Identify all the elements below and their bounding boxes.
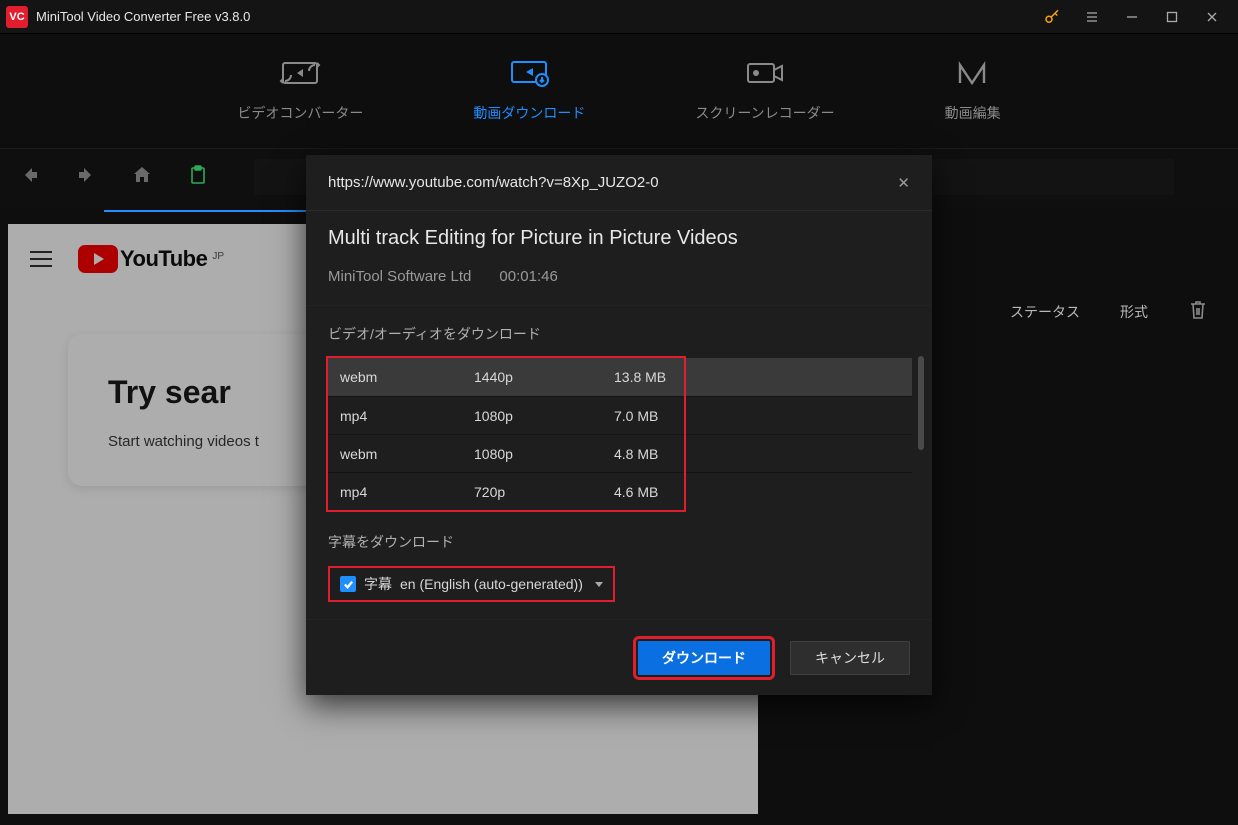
tab-label: スクリーンレコーダー bbox=[695, 103, 834, 123]
nav-forward-icon[interactable] bbox=[76, 165, 96, 190]
col-format: 形式 bbox=[1120, 302, 1148, 322]
video-duration: 00:01:46 bbox=[499, 268, 557, 285]
format-row[interactable]: webm 1440p 13.8 MB bbox=[328, 358, 912, 396]
tab-video-converter[interactable]: ビデオコンバーター bbox=[237, 59, 363, 123]
format-row[interactable]: webm 1080p 4.8 MB bbox=[328, 434, 912, 472]
scrollbar-thumb[interactable] bbox=[918, 356, 924, 450]
subtitle-value: en (English (auto-generated)) bbox=[400, 576, 583, 592]
dialog-url-row: https://www.youtube.com/watch?v=8Xp_JUZO… bbox=[306, 155, 932, 211]
subtitle-checkbox[interactable] bbox=[340, 576, 356, 592]
downloads-column-headers: ステータス 形式 bbox=[1010, 299, 1208, 324]
subtitle-label: 字幕 bbox=[364, 574, 392, 594]
nav-back-icon[interactable] bbox=[20, 165, 40, 190]
subtitle-selector[interactable]: 字幕 en (English (auto-generated)) bbox=[328, 566, 615, 602]
format-table: webm 1440p 13.8 MB mp4 1080p 7.0 MB webm… bbox=[328, 358, 912, 510]
format-row[interactable]: mp4 1080p 7.0 MB bbox=[328, 396, 912, 434]
app-title: MiniTool Video Converter Free v3.8.0 bbox=[36, 9, 250, 24]
tab-label: ビデオコンバーター bbox=[237, 103, 363, 123]
dialog-header: Multi track Editing for Picture in Pictu… bbox=[306, 211, 932, 306]
dialog-url: https://www.youtube.com/watch?v=8Xp_JUZO… bbox=[328, 174, 897, 191]
close-window-button[interactable] bbox=[1192, 0, 1232, 34]
col-status: ステータス bbox=[1010, 302, 1080, 322]
nav-paste-icon[interactable] bbox=[188, 165, 208, 190]
section-download-label: ビデオ/オーディオをダウンロード bbox=[328, 324, 922, 344]
tab-video-download[interactable]: 動画ダウンロード bbox=[473, 59, 585, 123]
tab-screen-recorder[interactable]: スクリーンレコーダー bbox=[695, 59, 834, 123]
maximize-button[interactable] bbox=[1152, 0, 1192, 34]
dialog-footer: ダウンロード キャンセル bbox=[306, 619, 932, 695]
video-author: MiniTool Software Ltd bbox=[328, 268, 471, 285]
chevron-down-icon bbox=[595, 582, 603, 587]
license-key-icon[interactable] bbox=[1032, 0, 1072, 34]
cancel-button[interactable]: キャンセル bbox=[790, 641, 910, 675]
main-tabs: ビデオコンバーター 動画ダウンロード スクリーンレコーダー 動画編集 bbox=[0, 34, 1238, 149]
tab-label: 動画編集 bbox=[945, 103, 1001, 123]
trash-icon[interactable] bbox=[1188, 299, 1208, 324]
tab-video-edit[interactable]: 動画編集 bbox=[945, 59, 1001, 123]
titlebar: VC MiniTool Video Converter Free v3.8.0 bbox=[0, 0, 1238, 34]
format-row[interactable]: mp4 720p 4.6 MB bbox=[328, 472, 912, 510]
download-button[interactable]: ダウンロード bbox=[638, 641, 770, 675]
minimize-button[interactable] bbox=[1112, 0, 1152, 34]
section-subtitle-label: 字幕をダウンロード bbox=[328, 532, 922, 552]
dialog-close-icon[interactable]: ✕ bbox=[897, 174, 910, 192]
tab-label: 動画ダウンロード bbox=[473, 103, 585, 123]
video-title: Multi track Editing for Picture in Pictu… bbox=[328, 227, 910, 250]
download-dialog: https://www.youtube.com/watch?v=8Xp_JUZO… bbox=[306, 155, 932, 695]
app-icon: VC bbox=[6, 6, 28, 28]
hamburger-menu-icon[interactable] bbox=[1072, 0, 1112, 34]
nav-home-icon[interactable] bbox=[132, 165, 152, 190]
